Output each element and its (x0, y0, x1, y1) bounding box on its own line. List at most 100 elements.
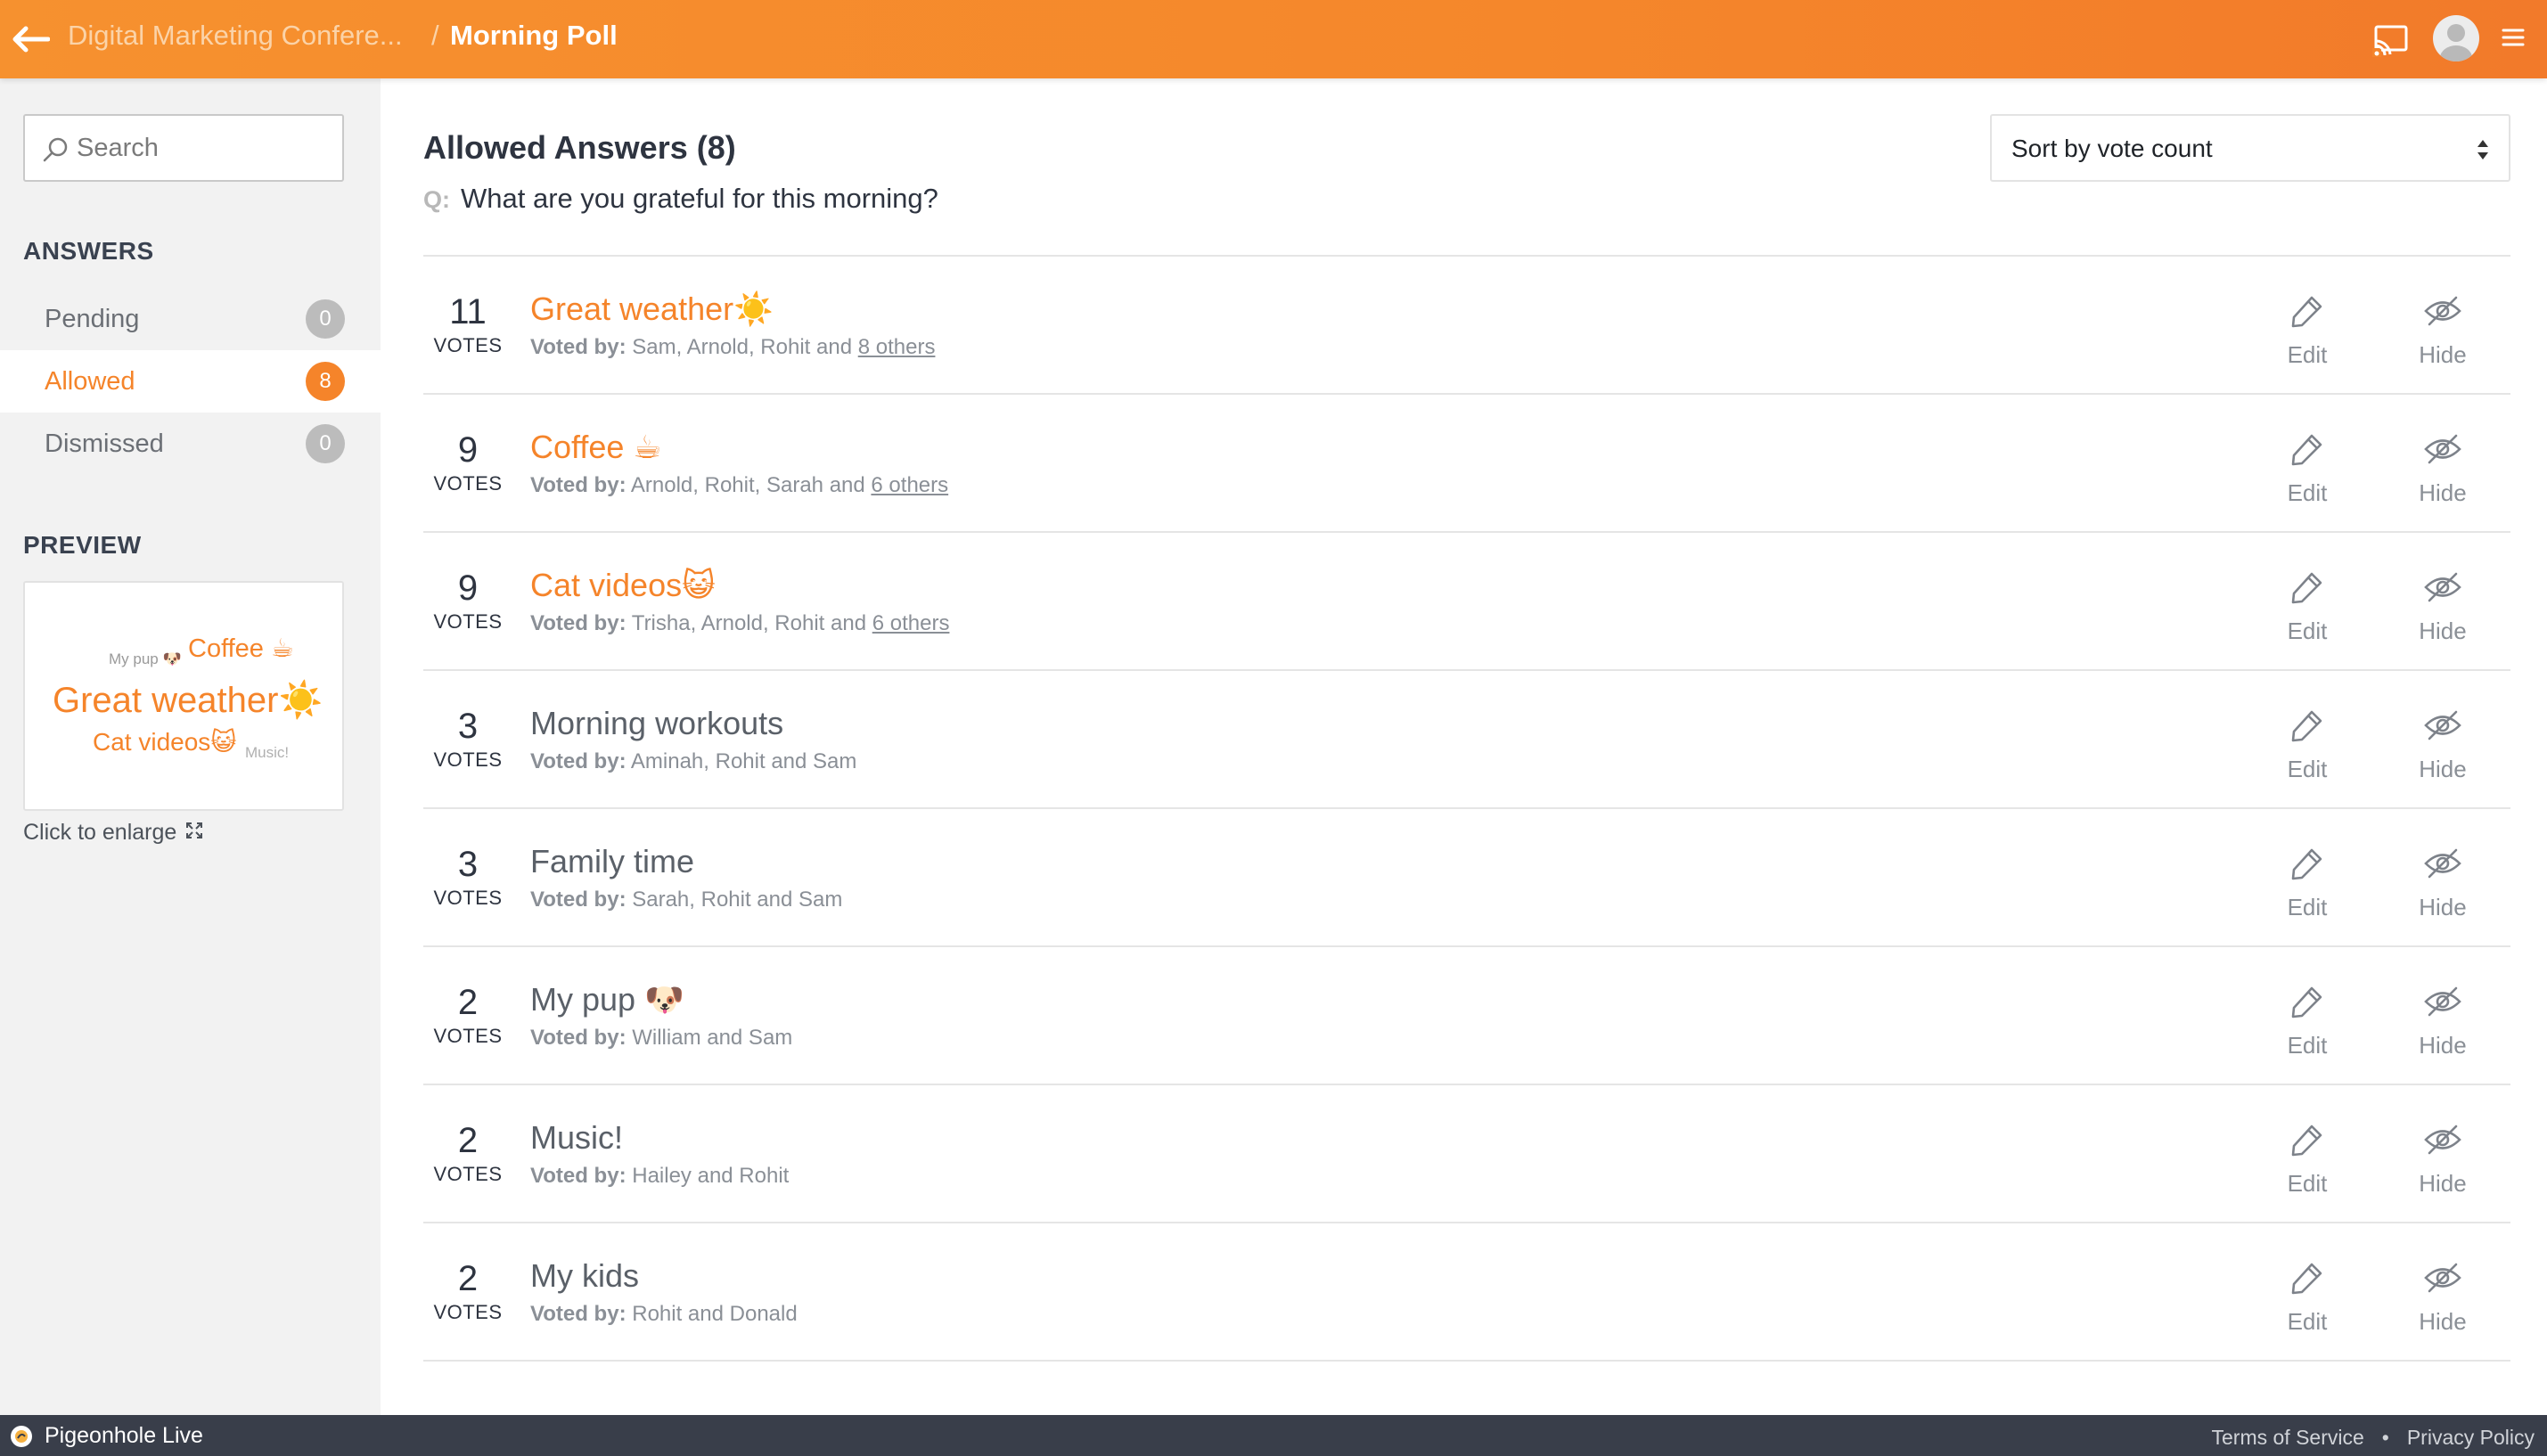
vote-count: 3 (457, 707, 479, 746)
answer-text: Cat videos😺 (530, 567, 716, 603)
sort-arrows-icon (2475, 137, 2491, 162)
voter-names: Aminah, Rohit and Sam (630, 749, 857, 773)
eye-slash-icon (2422, 430, 2463, 472)
pencil-icon (2287, 845, 2328, 887)
hide-button[interactable]: Hide (2398, 292, 2487, 369)
answer-row: 2 VOTES My pup 🐶 Voted by: William and Sam E… (423, 947, 2510, 1085)
footer-links: Terms of Service • Privacy Policy (2212, 1426, 2535, 1450)
hide-button[interactable]: Hide (2398, 1259, 2487, 1336)
sidebar-item-pending[interactable]: Pending 0 (0, 288, 381, 350)
word-cloud-preview[interactable]: My pup 🐶 Coffee ☕ Great weather☀️ Cat vi… (23, 581, 344, 811)
sort-selected-value: Sort by vote count (2011, 135, 2213, 162)
voted-by-label: Voted by: (530, 611, 627, 635)
sort-select[interactable]: Sort by vote count (1990, 114, 2510, 182)
voted-by-label: Voted by: (530, 473, 627, 497)
top-bar: Digital Marketing Confere... / Morning P… (0, 0, 2547, 78)
voted-by: Voted by: Rohit and Donald (530, 1302, 798, 1327)
others-link[interactable]: 8 others (858, 335, 936, 359)
voter-names: Hailey and Rohit (632, 1164, 790, 1188)
voted-by: Voted by: William and Sam (530, 1026, 792, 1051)
preview-word: Coffee ☕ (188, 634, 294, 663)
question-prefix: Q: (423, 186, 450, 213)
pencil-icon (2287, 983, 2328, 1025)
hide-label: Hide (2419, 894, 2467, 920)
answer-text: My pup 🐶 (530, 981, 684, 1018)
expand-icon (185, 820, 203, 846)
avatar-icon[interactable] (2433, 15, 2479, 61)
eye-slash-icon (2422, 983, 2463, 1025)
sidebar-item-dismissed[interactable]: Dismissed 0 (0, 413, 381, 475)
hide-button[interactable]: Hide (2398, 1121, 2487, 1198)
terms-link[interactable]: Terms of Service (2212, 1426, 2364, 1450)
hide-label: Hide (2419, 1308, 2467, 1335)
vote-count: 11 (449, 292, 487, 331)
breadcrumb-event[interactable]: Digital Marketing Confere... (68, 20, 403, 52)
sidebar-item-allowed[interactable]: Allowed 8 (0, 350, 381, 413)
votes-label: VOTES (433, 472, 503, 495)
enlarge-label: Click to enlarge (23, 820, 177, 845)
edit-button[interactable]: Edit (2263, 568, 2352, 645)
edit-button[interactable]: Edit (2263, 845, 2352, 921)
edit-button[interactable]: Edit (2263, 430, 2352, 507)
page-title-breadcrumb: Morning Poll (450, 20, 618, 51)
hide-label: Hide (2419, 1170, 2467, 1197)
pencil-icon (2287, 292, 2328, 334)
hide-button[interactable]: Hide (2398, 845, 2487, 921)
preview-section-title: PREVIEW (23, 531, 142, 559)
footer: Pigeonhole Live Terms of Service • Priva… (0, 1415, 2547, 1456)
others-link[interactable]: 6 others (872, 611, 950, 635)
hide-button[interactable]: Hide (2398, 430, 2487, 507)
edit-button[interactable]: Edit (2263, 707, 2352, 783)
count-badge: 8 (306, 362, 345, 401)
sidebar-item-label: Pending (45, 304, 140, 333)
edit-button[interactable]: Edit (2263, 983, 2352, 1059)
votes-label: VOTES (433, 887, 503, 909)
search-icon (41, 135, 70, 164)
answer-text: Great weather☀️ (530, 290, 774, 327)
answer-row: 9 VOTES Coffee ☕ Voted by: Arnold, Rohit, S… (423, 395, 2510, 533)
hide-button[interactable]: Hide (2398, 707, 2487, 783)
edit-label: Edit (2287, 618, 2328, 644)
hide-button[interactable]: Hide (2398, 983, 2487, 1059)
footer-brand[interactable]: Pigeonhole Live (11, 1423, 203, 1449)
search-box[interactable] (23, 114, 344, 182)
cast-icon[interactable] (2372, 21, 2410, 57)
question-text: What are you grateful for this morning? (461, 183, 938, 214)
eye-slash-icon (2422, 292, 2463, 334)
edit-button[interactable]: Edit (2263, 1259, 2352, 1336)
edit-label: Edit (2287, 894, 2328, 920)
sidebar: ANSWERS Pending 0 Allowed 8 Dismissed 0 … (0, 78, 381, 1415)
preview-word: My pup 🐶 (109, 650, 182, 667)
enlarge-link[interactable]: Click to enlarge (23, 820, 203, 846)
preview-word: Cat videos😺 (93, 728, 237, 756)
voted-by-label: Voted by: (530, 888, 627, 912)
pencil-icon (2287, 1259, 2328, 1301)
answer-text: Music! (530, 1119, 624, 1156)
sidebar-item-label: Dismissed (45, 429, 164, 458)
search-input[interactable] (77, 116, 335, 180)
voted-by: Voted by: Trisha, Arnold, Rohit and 6 ot… (530, 611, 949, 636)
answers-section-title: ANSWERS (23, 237, 154, 265)
others-link[interactable]: 6 others (871, 473, 948, 497)
preview-word: Great weather☀️ (53, 681, 323, 720)
eye-slash-icon (2422, 845, 2463, 887)
privacy-link[interactable]: Privacy Policy (2407, 1426, 2535, 1450)
preview-word: Music! (245, 744, 290, 761)
voted-by: Voted by: Sam, Arnold, Rohit and 8 other… (530, 335, 935, 360)
edit-button[interactable]: Edit (2263, 292, 2352, 369)
hide-label: Hide (2419, 341, 2467, 368)
edit-label: Edit (2287, 1308, 2328, 1335)
edit-label: Edit (2287, 1170, 2328, 1197)
votes-label: VOTES (433, 748, 503, 771)
hide-label: Hide (2419, 618, 2467, 644)
hide-button[interactable]: Hide (2398, 568, 2487, 645)
answer-text: My kids (530, 1257, 640, 1294)
menu-icon[interactable] (2501, 25, 2526, 50)
answer-text: Family time (530, 843, 695, 879)
votes-label: VOTES (433, 334, 503, 356)
back-arrow-icon[interactable] (7, 18, 53, 61)
pencil-icon (2287, 430, 2328, 472)
voted-by-label: Voted by: (530, 1164, 627, 1188)
edit-button[interactable]: Edit (2263, 1121, 2352, 1198)
voted-by: Voted by: Aminah, Rohit and Sam (530, 749, 856, 774)
